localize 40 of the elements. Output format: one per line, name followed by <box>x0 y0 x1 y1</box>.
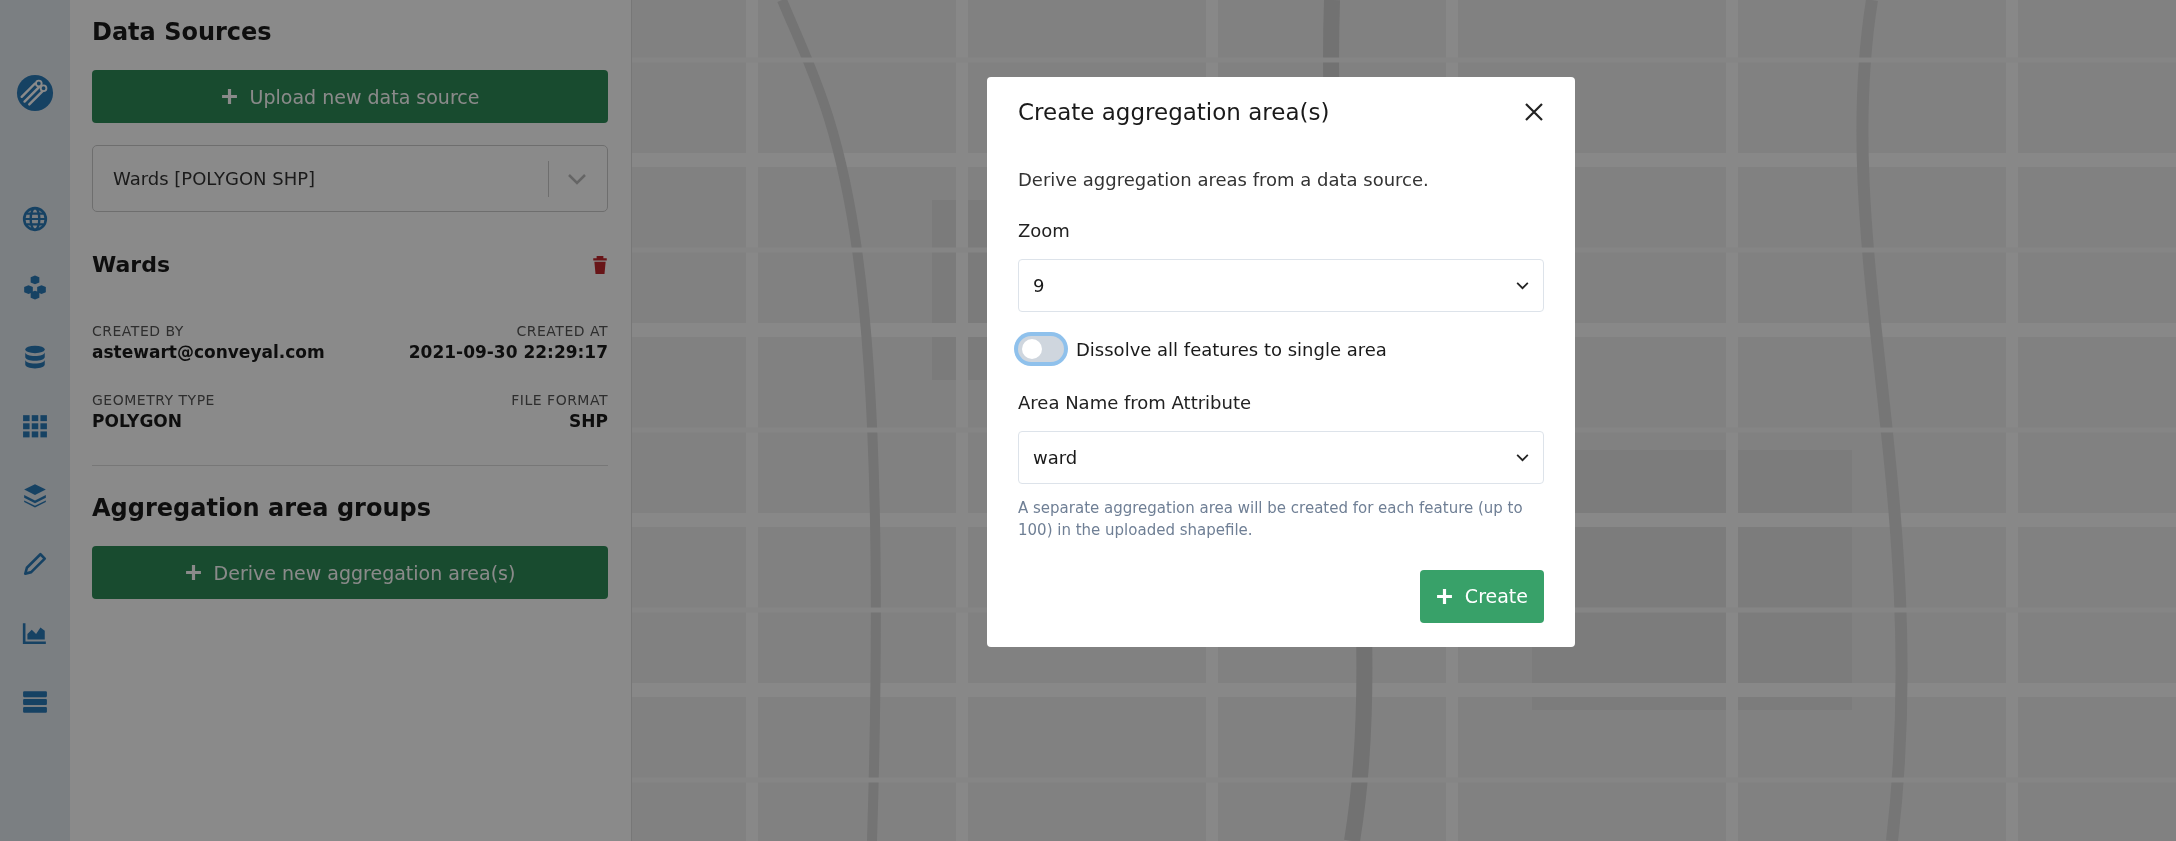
dialog-title: Create aggregation area(s) <box>1018 99 1330 125</box>
grid-icon[interactable] <box>22 413 48 439</box>
field-label: CREATED BY <box>92 323 184 339</box>
source-name: Wards <box>92 252 171 277</box>
zoom-select[interactable]: 9 <box>1018 259 1544 312</box>
data-source-select[interactable]: Wards [POLYGON SHP] <box>92 145 608 212</box>
chevron-icon <box>1516 453 1529 462</box>
globe-icon[interactable] <box>22 206 48 232</box>
attribute-select[interactable]: ward <box>1018 431 1544 484</box>
field-value: 2021-09-30 22:29:17 <box>408 342 608 362</box>
field-label: Zoom <box>1018 220 1071 241</box>
field-label: GEOMETRY TYPE <box>92 392 215 408</box>
section-title: Aggregation area groups <box>92 494 432 522</box>
layers-icon[interactable] <box>22 482 48 508</box>
plus-icon <box>220 88 238 105</box>
chevron-icon <box>1516 281 1529 290</box>
plus-icon <box>1435 587 1453 605</box>
cubes-icon[interactable] <box>22 275 48 301</box>
chart-icon[interactable] <box>22 620 48 646</box>
plus-icon <box>184 564 202 581</box>
database-icon[interactable] <box>22 344 48 370</box>
dialog-description: Derive aggregation areas from a data source. <box>1018 169 1430 190</box>
server-icon[interactable] <box>22 689 48 715</box>
field-value: SHP <box>569 411 608 431</box>
field-label: Area Name from Attribute <box>1018 392 1253 413</box>
trash-icon[interactable] <box>592 255 608 274</box>
pencil-icon[interactable] <box>22 551 48 577</box>
field-value: POLYGON <box>92 411 183 431</box>
panel-title: Data Sources <box>92 18 273 46</box>
field-value: astewart@conveyal.com <box>92 342 325 362</box>
field-label: FILE FORMAT <box>511 392 608 408</box>
chevron-icon <box>567 172 587 185</box>
toggle-label: Dissolve all features to single area <box>1076 338 1387 360</box>
create-button[interactable]: Create <box>1419 569 1544 623</box>
logo-icon[interactable] <box>16 74 54 112</box>
upload-button[interactable]: Upload new data source <box>92 70 608 123</box>
field-label: CREATED AT <box>516 323 608 339</box>
close-icon[interactable] <box>1524 102 1544 122</box>
derive-button[interactable]: Derive new aggregation area(s) <box>92 546 608 599</box>
help-text: A separate aggregation area will be created for each feature (up to 100) in the uploaded shapefile. <box>1018 498 1524 541</box>
